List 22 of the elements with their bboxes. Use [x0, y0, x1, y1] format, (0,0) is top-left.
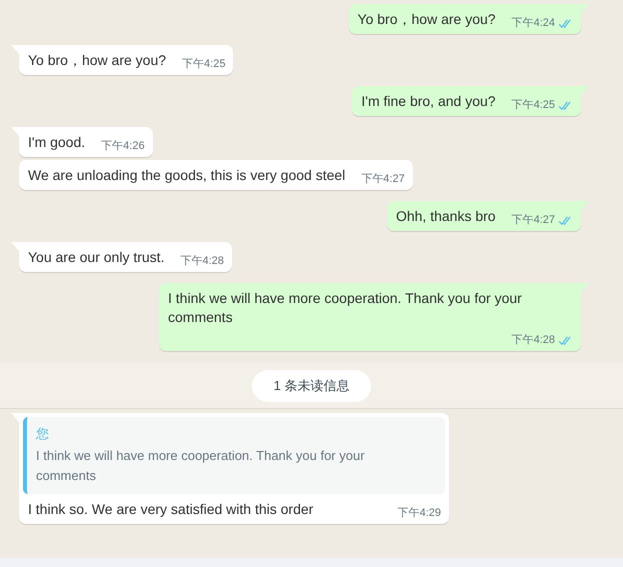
message-time: 下午4:24 [512, 16, 555, 31]
message-time: 下午4:26 [101, 139, 145, 154]
quote-text: I think we will have more cooperation. Thank you for your comments [36, 447, 366, 485]
message-time: 下午4:28 [180, 254, 224, 269]
message-text: I think we will have more cooperation. Thank you for your comments [168, 289, 523, 327]
message-text: You are our only trust. [28, 248, 164, 267]
message-time: 下午4:29 [398, 506, 441, 521]
message-time: 下午4:27 [512, 213, 555, 228]
message-text: Yo bro，how are you? [358, 10, 496, 29]
unread-divider: 1 条未读信息 [252, 370, 372, 402]
message-text: Yo bro，how are you? [28, 51, 166, 70]
message-time: 下午4:25 [512, 98, 555, 113]
message-text: I'm good. [28, 133, 86, 152]
message-text: I think so. We are very satisfied with this order [28, 500, 314, 519]
message-time: 下午4:25 [182, 57, 226, 72]
message-time: 下午4:27 [361, 172, 405, 187]
message-text: We are unloading the goods, this is very good steel [28, 166, 346, 185]
quote-author: 您 [36, 425, 50, 443]
message-text: Ohh, thanks bro [396, 207, 496, 226]
quoted-message[interactable]: 您 I think we will have more cooperation. Thank you for your comments [23, 417, 445, 494]
message-text: I'm fine bro, and you? [361, 92, 496, 111]
message-time: 下午4:28 [512, 333, 555, 348]
